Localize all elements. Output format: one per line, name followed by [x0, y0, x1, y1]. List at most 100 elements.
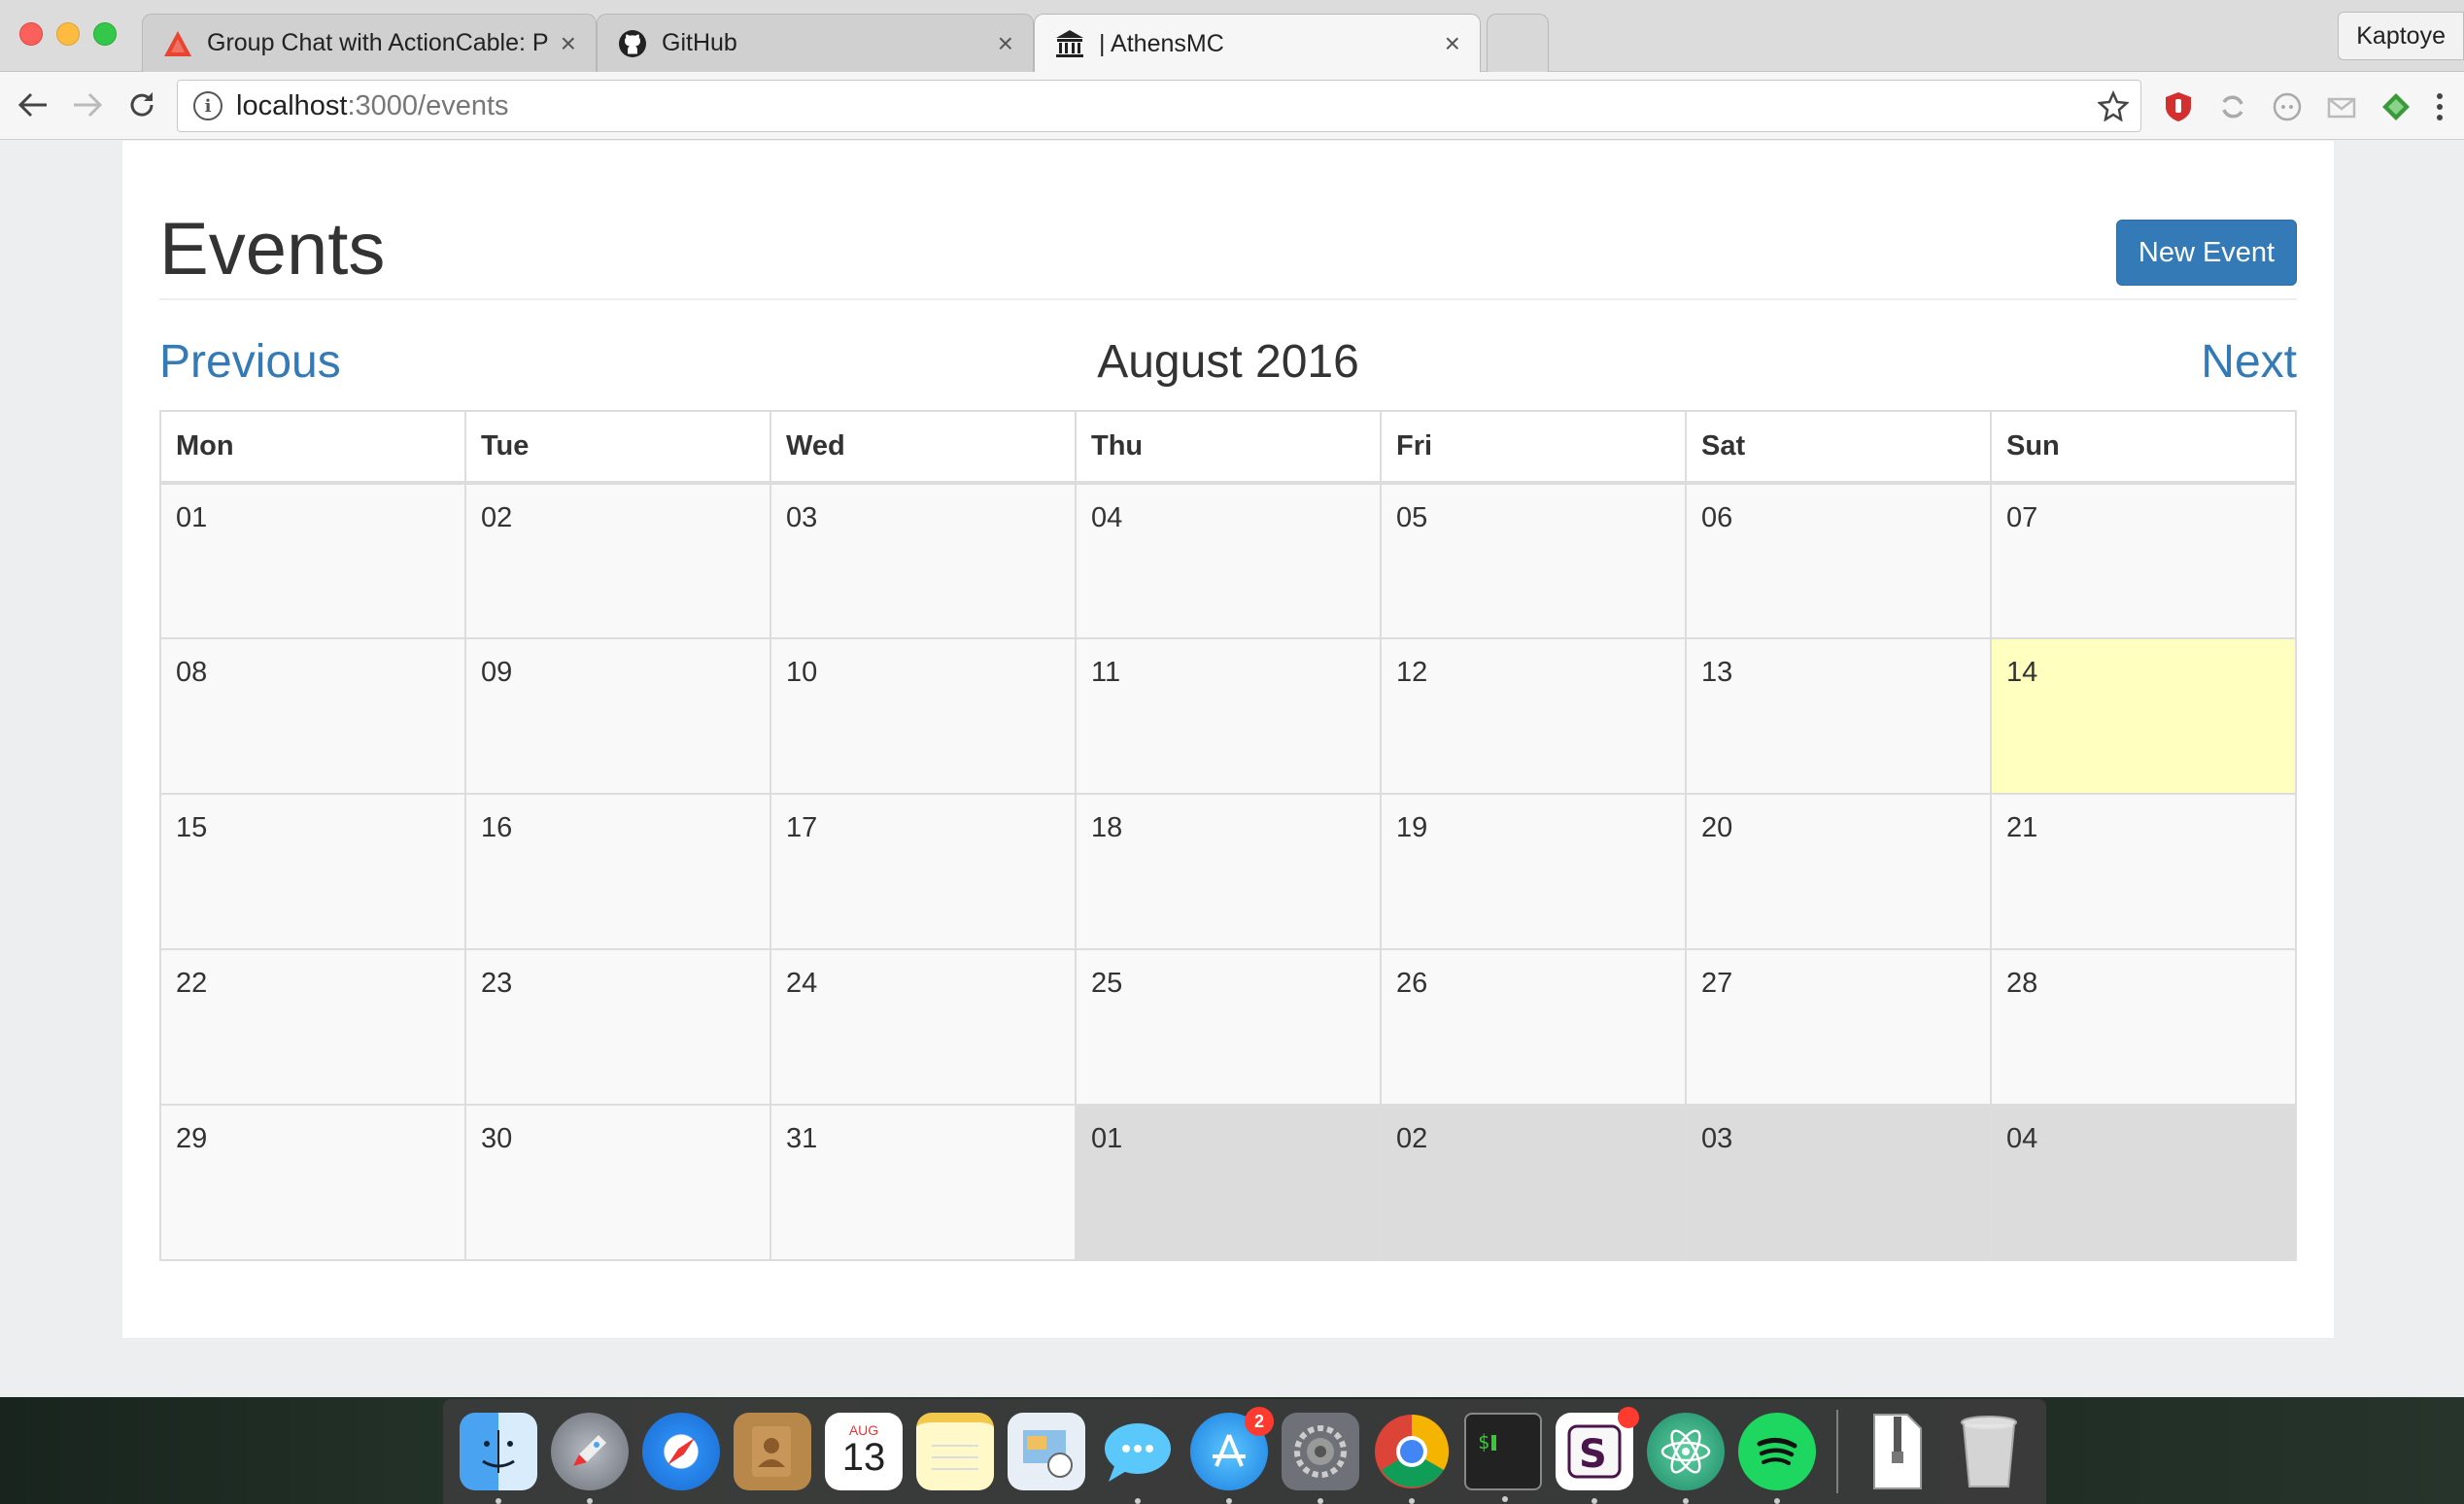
title-divider — [159, 298, 2297, 300]
atom-icon[interactable] — [1647, 1413, 1725, 1504]
day-cell[interactable]: 19 — [1380, 793, 1687, 950]
new-event-button[interactable]: New Event — [2116, 220, 2297, 286]
day-cell[interactable]: 29 — [159, 1104, 466, 1261]
day-cell-today[interactable]: 14 — [1990, 637, 2297, 795]
day-cell[interactable]: 13 — [1685, 637, 1992, 795]
tab-github[interactable]: GitHub × — [597, 14, 1034, 72]
svg-text:$: $ — [1478, 1430, 1489, 1453]
trash-icon[interactable] — [1950, 1413, 2028, 1490]
calendar-icon[interactable]: AUG 13 — [825, 1413, 903, 1490]
profile-button[interactable]: Kaptoye — [2338, 12, 2464, 60]
reload-icon[interactable] — [122, 85, 161, 124]
weekday-header-row: Mon Tue Wed Thu Fri Sat Sun — [159, 410, 2297, 484]
day-cell[interactable]: 25 — [1075, 948, 1382, 1106]
page-title: Events — [159, 208, 386, 291]
week-row: 22 23 24 25 26 27 28 — [159, 948, 2297, 1106]
tab-athensmc[interactable]: | AthensMC × — [1034, 14, 1481, 73]
contacts-icon[interactable] — [734, 1413, 811, 1490]
tab-title: Group Chat with ActionCable: P — [207, 29, 549, 56]
launchpad-icon[interactable] — [551, 1413, 629, 1504]
system-preferences-icon[interactable] — [1282, 1413, 1359, 1504]
tab-strip: Group Chat with ActionCable: P × GitHub … — [0, 0, 2464, 73]
finder-icon[interactable] — [460, 1413, 537, 1504]
day-cell[interactable]: 09 — [464, 637, 771, 795]
close-tab-icon[interactable]: × — [1445, 28, 1460, 59]
terminal-icon[interactable]: $ — [1464, 1413, 1542, 1502]
tab-group-chat[interactable]: Group Chat with ActionCable: P × — [142, 14, 597, 72]
day-cell[interactable]: 23 — [464, 948, 771, 1106]
day-cell[interactable]: 17 — [770, 793, 1077, 950]
address-bar[interactable]: i localhost:3000/events — [177, 80, 2141, 132]
day-cell[interactable]: 21 — [1990, 793, 2297, 950]
day-cell[interactable]: 11 — [1075, 637, 1382, 795]
forward-arrow-icon[interactable] — [68, 85, 107, 124]
weekday-header: Tue — [464, 410, 771, 484]
day-cell[interactable]: 06 — [1685, 482, 1992, 639]
calendar-nav: August 2016 Previous Next — [159, 335, 2297, 393]
weekday-header: Wed — [770, 410, 1077, 484]
day-cell[interactable]: 24 — [770, 948, 1077, 1106]
ublock-icon[interactable] — [2161, 89, 2196, 124]
day-cell[interactable]: 15 — [159, 793, 466, 950]
day-cell[interactable]: 30 — [464, 1104, 771, 1261]
url-host: localhost — [236, 89, 348, 121]
day-cell[interactable]: 05 — [1380, 482, 1687, 639]
minimize-window-button[interactable] — [56, 22, 80, 46]
safari-icon[interactable] — [642, 1413, 720, 1490]
tab-title: GitHub — [662, 29, 737, 56]
bookmark-star-icon[interactable] — [2097, 89, 2130, 122]
day-cell[interactable]: 01 — [159, 482, 466, 639]
info-icon[interactable]: i — [193, 91, 222, 120]
spotify-icon[interactable] — [1738, 1413, 1816, 1504]
day-cell[interactable]: 10 — [770, 637, 1077, 795]
day-cell-next-month[interactable]: 01 — [1075, 1104, 1382, 1261]
messages-icon[interactable] — [1099, 1413, 1177, 1504]
day-cell-next-month[interactable]: 04 — [1990, 1104, 2297, 1261]
url-path: :3000/events — [347, 89, 509, 121]
preview-icon[interactable] — [1008, 1413, 1085, 1490]
chrome-icon[interactable] — [1373, 1413, 1451, 1504]
day-cell[interactable]: 07 — [1990, 482, 2297, 639]
weekday-header: Mon — [159, 410, 466, 484]
day-cell[interactable]: 03 — [770, 482, 1077, 639]
day-cell-next-month[interactable]: 03 — [1685, 1104, 1992, 1261]
close-tab-icon[interactable]: × — [561, 28, 576, 59]
zoom-window-button[interactable] — [93, 22, 117, 46]
building-icon — [1054, 28, 1085, 59]
github-icon — [617, 28, 648, 59]
content-card: Events New Event August 2016 Previous Ne… — [122, 141, 2334, 1338]
weekday-header: Sat — [1685, 410, 1992, 484]
day-cell[interactable]: 16 — [464, 793, 771, 950]
next-month-link[interactable]: Next — [2201, 335, 2297, 389]
day-cell[interactable]: 12 — [1380, 637, 1687, 795]
day-cell[interactable]: 27 — [1685, 948, 1992, 1106]
day-cell[interactable]: 28 — [1990, 948, 2297, 1106]
notes-icon[interactable] — [916, 1413, 994, 1490]
mail-extension-icon[interactable] — [2324, 89, 2359, 124]
day-cell[interactable]: 26 — [1380, 948, 1687, 1106]
app-store-icon[interactable]: 2 — [1190, 1407, 1274, 1504]
circle-extension-icon[interactable] — [2270, 89, 2305, 124]
day-cell[interactable]: 04 — [1075, 482, 1382, 639]
diamond-extension-icon[interactable] — [2378, 89, 2413, 124]
day-cell[interactable]: 20 — [1685, 793, 1992, 950]
day-cell[interactable]: 02 — [464, 482, 771, 639]
day-cell-next-month[interactable]: 02 — [1380, 1104, 1687, 1261]
notification-badge: 2 — [1245, 1407, 1274, 1436]
browser-window: Group Chat with ActionCable: P × GitHub … — [0, 0, 2464, 1397]
previous-month-link[interactable]: Previous — [159, 335, 341, 389]
close-tab-icon[interactable]: × — [998, 28, 1013, 59]
day-cell[interactable]: 31 — [770, 1104, 1077, 1261]
new-tab-button[interactable] — [1487, 14, 1549, 72]
slack-icon[interactable]: S — [1556, 1407, 1639, 1504]
notification-badge-dot — [1618, 1407, 1639, 1428]
close-window-button[interactable] — [19, 22, 43, 46]
day-cell[interactable]: 08 — [159, 637, 466, 795]
day-cell[interactable]: 22 — [159, 948, 466, 1106]
sync-extension-icon[interactable] — [2215, 89, 2250, 124]
day-cell[interactable]: 18 — [1075, 793, 1382, 950]
back-arrow-icon[interactable] — [14, 85, 52, 124]
zip-file-icon[interactable] — [1859, 1413, 1936, 1490]
menu-dots-icon[interactable] — [2429, 89, 2450, 124]
weekday-header: Fri — [1380, 410, 1687, 484]
